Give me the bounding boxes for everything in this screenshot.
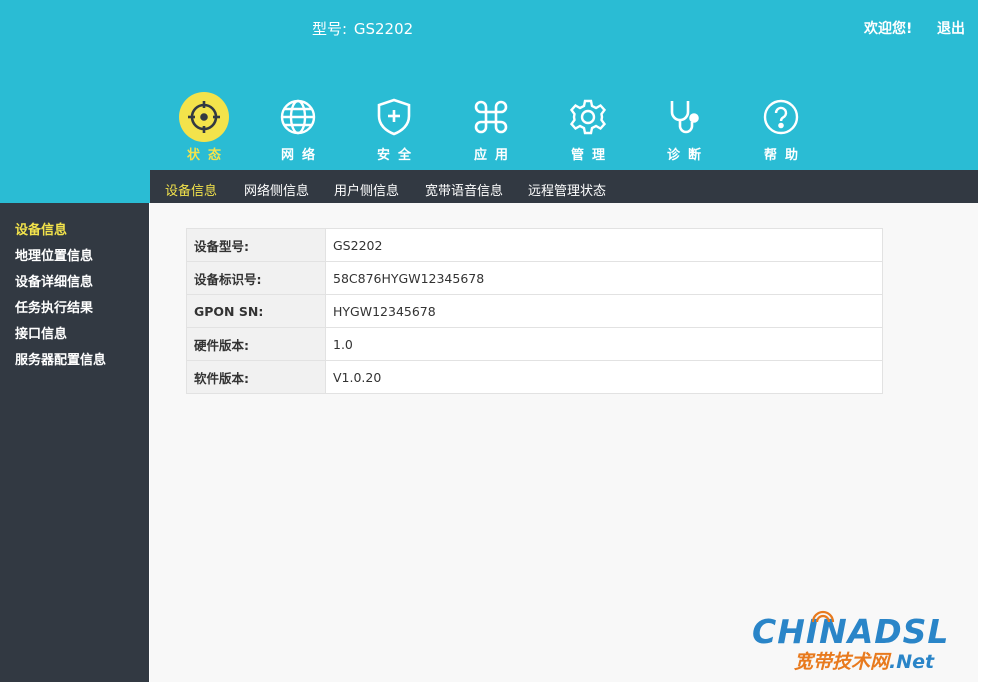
watermark-logo: CHINADSL 宽带技术网.Net [752, 610, 977, 678]
nav-label: 网络 [280, 148, 323, 163]
question-icon [756, 92, 806, 142]
command-icon [466, 92, 516, 142]
nav-label: 帮助 [763, 148, 806, 163]
table-row: 软件版本: V1.0.20 [186, 360, 883, 394]
sidebar-header [0, 170, 150, 203]
sidebar-item-device-info[interactable]: 设备信息 [15, 219, 67, 238]
nav-security[interactable]: 安全 [361, 92, 427, 163]
row-value: GS2202 [325, 228, 883, 262]
watermark-tagline: 宽带技术网.Net [794, 651, 935, 673]
row-value: HYGW12345678 [325, 294, 883, 328]
shield-plus-icon [369, 92, 419, 142]
subnav-network-side[interactable]: 网络侧信息 [244, 180, 309, 199]
globe-icon [273, 92, 323, 142]
nav-application[interactable]: 应用 [458, 92, 524, 163]
table-row: 设备型号: GS2202 [186, 228, 883, 262]
subnav-voice-info[interactable]: 宽带语音信息 [425, 180, 503, 199]
sub-navigation: 设备信息 网络侧信息 用户侧信息 宽带语音信息 远程管理状态 [150, 170, 978, 203]
row-value: 1.0 [325, 327, 883, 361]
nav-status[interactable]: 状态 [171, 92, 237, 163]
logout-link[interactable]: 退出 [937, 18, 965, 38]
subnav-user-side[interactable]: 用户侧信息 [334, 180, 399, 199]
row-key: 设备标识号: [186, 261, 326, 295]
nav-help[interactable]: 帮助 [748, 92, 814, 163]
nav-label: 状态 [186, 148, 229, 163]
sidebar-item-location[interactable]: 地理位置信息 [15, 245, 93, 264]
device-info-table: 设备型号: GS2202 设备标识号: 58C876HYGW12345678 G… [186, 228, 883, 394]
header: 型号: GS2202 欢迎您! 退出 状态 网络 安全 应用 管理 诊断 帮助 [0, 0, 978, 170]
subnav-device-info[interactable]: 设备信息 [165, 180, 217, 199]
row-key: 软件版本: [186, 360, 326, 394]
welcome-text: 欢迎您! [864, 21, 913, 37]
sidebar-item-device-detail[interactable]: 设备详细信息 [15, 271, 93, 290]
nav-diagnosis[interactable]: 诊断 [651, 92, 717, 163]
stethoscope-icon [659, 92, 709, 142]
crosshair-icon [179, 92, 229, 142]
sidebar: 设备信息 地理位置信息 设备详细信息 任务执行结果 接口信息 服务器配置信息 [0, 203, 149, 682]
row-key: 设备型号: [186, 228, 326, 262]
table-row: GPON SN: HYGW12345678 [186, 294, 883, 328]
nav-label: 安全 [376, 148, 419, 163]
row-key: 硬件版本: [186, 327, 326, 361]
main-content: 设备型号: GS2202 设备标识号: 58C876HYGW12345678 G… [150, 203, 978, 682]
row-key: GPON SN: [186, 294, 326, 328]
watermark-brand: CHINADSL [752, 612, 950, 651]
sidebar-item-task-result[interactable]: 任务执行结果 [15, 297, 93, 316]
nav-management[interactable]: 管理 [555, 92, 621, 163]
nav-label: 应用 [473, 148, 516, 163]
subnav-remote-management[interactable]: 远程管理状态 [528, 180, 606, 199]
model-title: 型号: GS2202 [312, 20, 414, 38]
nav-label: 管理 [570, 148, 613, 163]
nav-network[interactable]: 网络 [265, 92, 331, 163]
sidebar-item-interface[interactable]: 接口信息 [15, 323, 67, 342]
row-value: V1.0.20 [325, 360, 883, 394]
signal-icon [811, 610, 835, 623]
row-value: 58C876HYGW12345678 [325, 261, 883, 295]
table-row: 设备标识号: 58C876HYGW12345678 [186, 261, 883, 295]
table-row: 硬件版本: 1.0 [186, 327, 883, 361]
gear-icon [563, 92, 613, 142]
sidebar-item-server-config[interactable]: 服务器配置信息 [15, 349, 106, 368]
nav-label: 诊断 [666, 148, 709, 163]
